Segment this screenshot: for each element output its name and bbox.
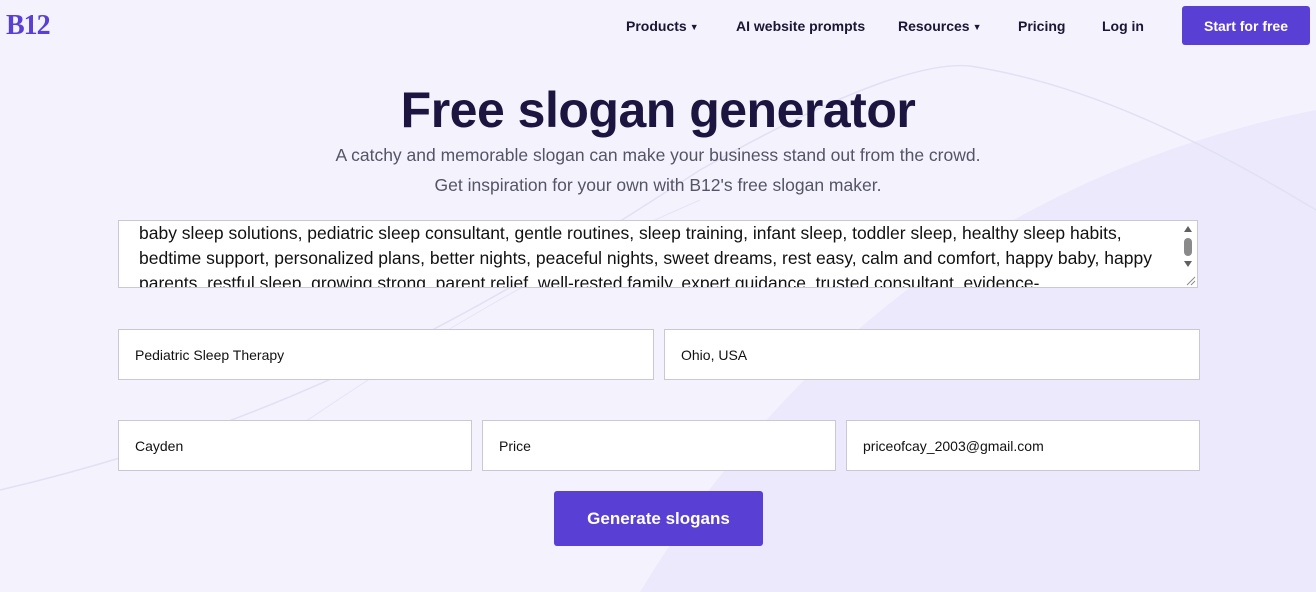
nav-products-label: Products bbox=[626, 18, 687, 34]
resize-grip-icon[interactable] bbox=[1185, 275, 1196, 286]
scroll-up-arrow-icon[interactable] bbox=[1184, 226, 1192, 232]
top-navbar: B12 Products ▼ AI website prompts Resourc… bbox=[0, 0, 1316, 52]
last-name-field[interactable] bbox=[482, 420, 836, 471]
nav-products[interactable]: Products ▼ bbox=[626, 17, 699, 36]
chevron-down-icon: ▼ bbox=[972, 22, 982, 32]
nav-resources-label: Resources bbox=[898, 18, 970, 34]
keywords-textarea[interactable]: baby sleep solutions, pediatric sleep co… bbox=[118, 220, 1198, 288]
first-name-field[interactable] bbox=[118, 420, 472, 471]
location-input[interactable] bbox=[665, 330, 1199, 379]
nav-ai-website-prompts-label: AI website prompts bbox=[736, 18, 866, 34]
keywords-text: baby sleep solutions, pediatric sleep co… bbox=[139, 223, 1152, 288]
nav-log-in-label: Log in bbox=[1102, 18, 1144, 34]
nav-log-in[interactable]: Log in bbox=[1102, 17, 1144, 35]
business-name-input[interactable] bbox=[119, 330, 653, 379]
page-title: Free slogan generator bbox=[400, 82, 916, 138]
hero-subtitle-line-2: Get inspiration for your own with B12's … bbox=[434, 175, 882, 195]
email-field[interactable] bbox=[846, 420, 1200, 471]
location-field[interactable] bbox=[664, 329, 1200, 380]
scrollbar-thumb[interactable] bbox=[1184, 238, 1192, 256]
nav-pricing-label: Pricing bbox=[1018, 18, 1066, 34]
email-input[interactable] bbox=[847, 421, 1199, 470]
nav-resources[interactable]: Resources ▼ bbox=[898, 17, 982, 36]
last-name-input[interactable] bbox=[483, 421, 835, 470]
generate-slogans-button[interactable]: Generate slogans bbox=[554, 491, 763, 546]
first-name-input[interactable] bbox=[119, 421, 471, 470]
chevron-down-icon: ▼ bbox=[689, 22, 699, 32]
business-name-field[interactable] bbox=[118, 329, 654, 380]
scroll-down-arrow-icon[interactable] bbox=[1184, 261, 1192, 267]
start-for-free-button[interactable]: Start for free bbox=[1182, 6, 1310, 45]
nav-ai-website-prompts[interactable]: AI website prompts bbox=[736, 17, 865, 35]
hero-subtitle-line-1: A catchy and memorable slogan can make y… bbox=[335, 145, 981, 165]
b12-logo[interactable]: B12 bbox=[6, 10, 51, 42]
nav-pricing[interactable]: Pricing bbox=[1018, 17, 1065, 35]
